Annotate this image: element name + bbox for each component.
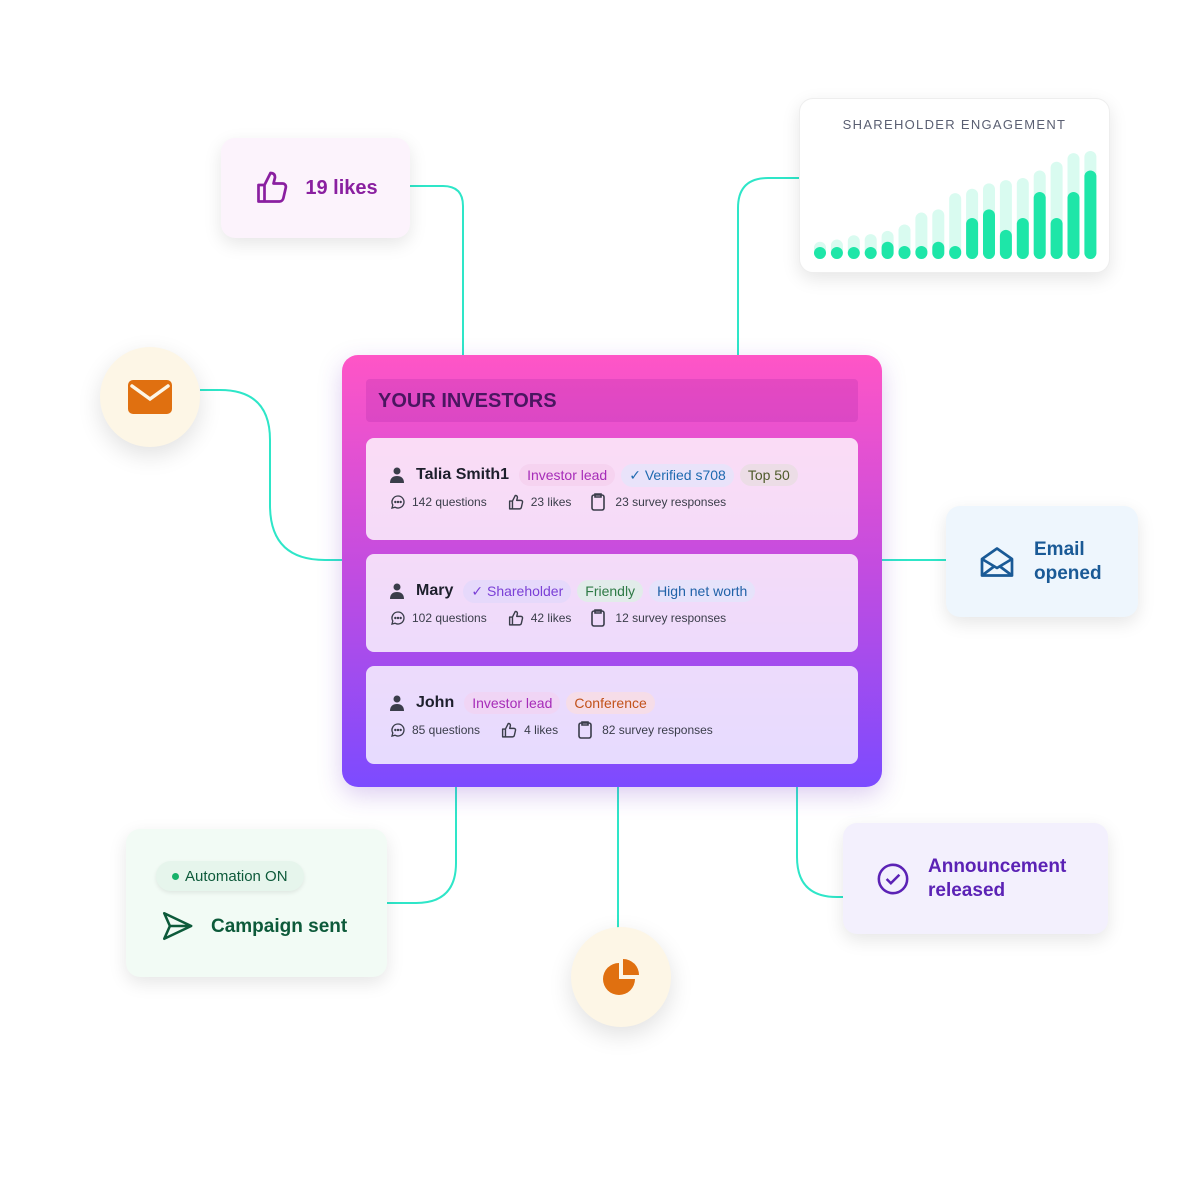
likes-count: 4 likes [524,723,559,737]
campaign-label: Campaign sent [211,916,348,937]
engagement-chart-card: SHAREHOLDER ENGAGEMENT [799,98,1110,273]
bar-engaged [1050,217,1063,259]
bar-engaged [915,246,928,259]
bar-engaged [1067,192,1080,259]
investor-tag: Friendly [577,580,644,602]
investor-tag: Conference [566,692,655,714]
clipboard-icon [591,493,606,511]
likes-count: 42 likes [530,611,572,625]
automation-label: Automation ON [185,867,288,885]
envelope-icon [128,380,172,414]
thumbs-up-icon [508,610,523,626]
mail-bubble [100,347,200,447]
bar-engaged [1033,192,1046,259]
clipboard-icon [578,721,592,739]
thumbs-up-icon [501,722,517,738]
bar-engaged [983,209,995,259]
engagement-bar-chart [814,151,1097,259]
investor-name: John [416,694,455,711]
status-dot [172,872,179,880]
thumbs-up-icon [257,171,288,203]
bar-engaged [898,246,911,259]
announcement-card: Announcement released [843,823,1108,934]
bar-engaged [864,247,877,259]
survey-count: 23 survey responses [615,495,727,509]
pie-chart-icon [603,959,639,995]
chat-bubble-icon [391,611,405,625]
envelope-open-icon [980,546,1014,577]
investors-panel: YOUR INVESTORS Talia Smith1 Investor lead… [342,355,882,787]
check-circle-icon [877,863,909,894]
likes-count: 23 likes [530,495,572,509]
bar-engaged [949,246,962,259]
person-icon [390,583,404,599]
bar-engaged [932,241,945,259]
person-icon [390,695,404,711]
bar-engaged [830,247,843,259]
investor-row[interactable]: Talia Smith1 Investor lead ✓ Verified s708… [366,438,858,540]
investor-name: Talia Smith1 [416,466,510,483]
investor-name: Mary [416,582,454,599]
email-opened-line2: opened [1034,562,1102,584]
survey-count: 82 survey responses [602,723,713,737]
person-icon [390,467,404,483]
investor-tag: Top 50 [739,464,798,486]
chat-bubble-icon [391,723,405,737]
questions-count: 85 questions [412,723,481,737]
chat-bubble-icon [391,495,405,509]
email-opened-line1: Email [1034,538,1085,560]
bar-engaged [847,247,860,259]
questions-count: 142 questions [412,495,487,509]
bar-engaged [966,217,979,259]
investor-row[interactable]: Mary ✓ Shareholder Friendly High net worth … [366,554,858,652]
investor-tag: ✓ Shareholder [463,579,572,603]
announcement-line1: Announcement [928,855,1067,877]
investor-tag: Investor lead [519,464,616,486]
announcement-line2: released [928,879,1006,901]
investors-title: YOUR INVESTORS [366,379,858,422]
automation-badge: Automation ON [156,861,304,891]
email-opened-card: Email opened [946,506,1138,617]
thumbs-up-icon [508,494,523,510]
bar-engaged [814,247,826,259]
questions-count: 102 questions [412,611,487,625]
campaign-card: Automation ON Campaign sent [126,829,387,977]
bar-engaged [999,229,1012,259]
bar-engaged [881,241,894,259]
clipboard-icon [591,609,606,627]
pie-bubble [571,927,671,1027]
likes-label: 19 likes [305,176,378,199]
likes-card: 19 likes [221,138,410,238]
investor-tag: ✓ Verified s708 [621,463,734,487]
investor-tag: High net worth [649,580,756,602]
bar-engaged [1084,170,1097,259]
send-icon [162,911,193,941]
survey-count: 12 survey responses [615,611,727,625]
investor-tag: Investor lead [464,692,561,714]
bar-engaged [1016,217,1029,259]
investor-row[interactable]: John Investor lead Conference 85 questions… [366,666,858,764]
